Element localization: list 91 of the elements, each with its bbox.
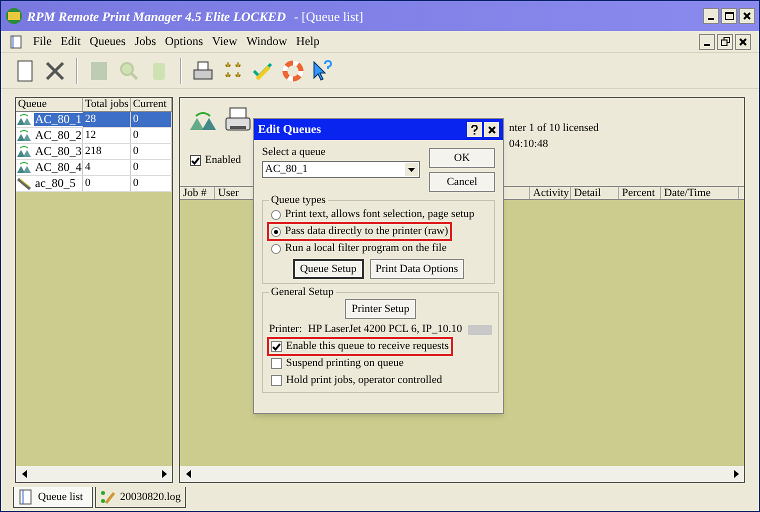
queue-name[interactable]: AC_80_4 (34, 161, 83, 174)
printer-label: Printer: (269, 323, 302, 336)
menu-item[interactable]: Options (165, 35, 204, 48)
queue-icon (16, 112, 32, 126)
menu-item[interactable]: Jobs (134, 35, 156, 48)
close-button[interactable] (735, 34, 751, 50)
column-header[interactable]: Percent (619, 187, 661, 199)
menu-item[interactable]: View (212, 35, 238, 48)
column-header[interactable]: Activity (530, 187, 571, 199)
queue-icon (16, 128, 32, 142)
table-cell: 0 (83, 176, 131, 191)
checkbox[interactable] (271, 375, 282, 386)
radio-option[interactable]: Pass data directly to the printer (raw) (269, 224, 450, 239)
queue-name[interactable]: AC_80_3 (34, 145, 83, 158)
radio-button[interactable] (271, 226, 281, 236)
checkbox-option[interactable]: Enable this queue to receive requests (269, 339, 451, 354)
question-mark-icon (471, 124, 478, 134)
table-cell: 0 (131, 112, 172, 127)
table-cell: 28 (83, 112, 131, 127)
menu-item[interactable]: Help (296, 35, 320, 48)
tab[interactable]: 20030820.log (95, 487, 186, 508)
checkbox-label: Enabled (205, 154, 242, 167)
restore-icon (720, 37, 730, 46)
dialog-button[interactable]: OK (429, 148, 495, 168)
menu-item[interactable]: Edit (60, 35, 81, 48)
radio-button[interactable] (271, 210, 281, 220)
table-cell: 0 (131, 176, 172, 191)
lifebuoy-icon[interactable] (281, 58, 305, 82)
close-icon (739, 38, 747, 46)
table-cell: 0 (131, 160, 172, 175)
menu-item[interactable]: Window (246, 35, 288, 48)
log-icon (100, 489, 116, 505)
horizontal-scrollbar[interactable] (16, 466, 172, 482)
printer-icon[interactable] (191, 58, 215, 82)
horizontal-scrollbar[interactable] (180, 466, 744, 482)
filter-icon (16, 176, 32, 190)
dialog-button[interactable]: Queue Setup (292, 259, 364, 279)
column-header[interactable]: Detail (571, 187, 619, 199)
radio-button[interactable] (271, 244, 281, 254)
dialog-button[interactable]: Print Data Options (370, 259, 464, 279)
license-text: nter 1 of 10 licensed (509, 122, 599, 135)
dialog-title: Edit Queues (258, 123, 322, 136)
dialog-button[interactable]: Cancel (429, 172, 495, 192)
checkbox[interactable] (190, 155, 201, 166)
document-icon (18, 489, 34, 505)
queue-name[interactable]: AC_80_1 (34, 113, 83, 126)
printer-setup-button[interactable]: Printer Setup (344, 299, 416, 319)
close-icon (743, 12, 751, 20)
minimize-button[interactable] (699, 34, 715, 50)
table-cell: 4 (83, 160, 131, 175)
column-header[interactable]: Current (131, 98, 172, 111)
radio-option[interactable]: Print text, allows font selection, page setup (269, 207, 476, 222)
column-header[interactable]: Queue (16, 98, 83, 111)
checkbox[interactable] (271, 358, 282, 369)
help-button[interactable] (467, 122, 482, 137)
queue-icon (16, 144, 32, 158)
app-logo-icon (5, 7, 23, 25)
radio-option[interactable]: Run a local filter program on the file (269, 241, 449, 256)
window-title: RPM Remote Print Manager 4.5 Elite LOCKED (27, 10, 286, 22)
close-button[interactable] (739, 8, 755, 24)
redacted-text (468, 324, 492, 334)
minimize-button[interactable] (703, 8, 719, 24)
checkbox-option[interactable]: Hold print jobs, operator controlled (269, 373, 444, 388)
maximize-button[interactable] (721, 8, 737, 24)
menu-item[interactable]: Queues (90, 35, 126, 48)
restore-button[interactable] (717, 34, 733, 50)
column-header[interactable]: Total jobs (83, 98, 131, 111)
queue-dropdown[interactable]: AC_80_1 (262, 161, 420, 178)
field-label: Select a queue (262, 146, 327, 159)
document-icon (9, 34, 23, 48)
group-label: General Setup (270, 286, 335, 299)
checkbox[interactable] (271, 341, 282, 352)
queue-name[interactable]: AC_80_2 (34, 129, 83, 142)
close-button[interactable] (484, 122, 499, 137)
checkbox-option[interactable]: Suspend printing on queue (269, 356, 406, 371)
time-text: 04:10:48 (509, 138, 548, 151)
help-icon[interactable] (311, 58, 335, 82)
close-icon (488, 126, 496, 134)
table-cell: 12 (83, 128, 131, 143)
menu-item[interactable]: File (33, 35, 52, 48)
column-header[interactable]: Job # (180, 187, 215, 199)
column-header[interactable]: Date/Time (661, 187, 739, 199)
table-cell: 0 (131, 144, 172, 159)
tab[interactable]: Queue list (13, 487, 93, 508)
queue-icon (16, 160, 32, 174)
group-label: Queue types (270, 194, 327, 207)
queue-name[interactable]: ac_80_5 (34, 177, 77, 190)
printer-name: HP LaserJet 4200 PCL 6, IP_10.10 (308, 323, 462, 336)
table-cell: 0 (131, 128, 172, 143)
window-subtitle: - [Queue list] (294, 10, 364, 22)
table-cell: 218 (83, 144, 131, 159)
